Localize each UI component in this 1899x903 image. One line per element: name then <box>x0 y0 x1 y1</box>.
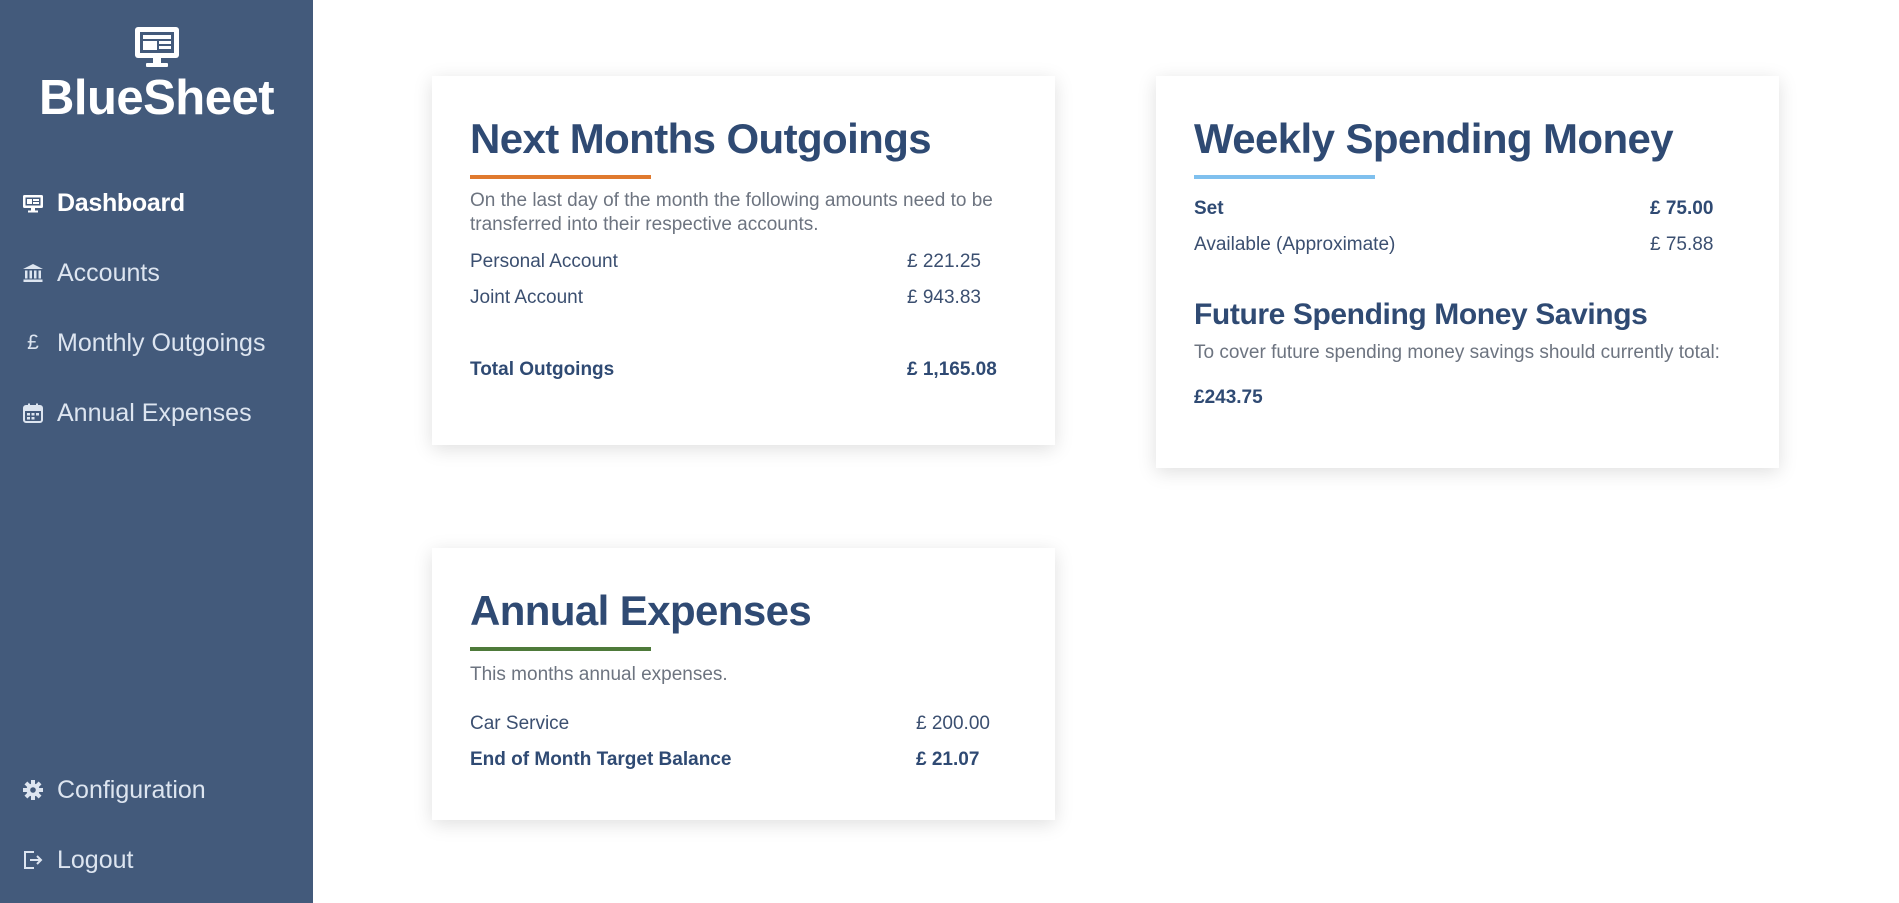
outgoings-total-row: Total Outgoings £ 1,165.08 <box>470 358 1010 382</box>
bank-icon <box>21 261 45 285</box>
nav-label: Monthly Outgoings <box>57 328 266 357</box>
desktop-icon <box>21 191 45 215</box>
savings-amount: £243.75 <box>1194 387 1263 408</box>
outgoings-total-value: £ 1,165.08 <box>907 359 997 380</box>
main-nav: Dashboard Accounts £ Monthly Outgoings A… <box>0 168 313 448</box>
monitor-logo-icon <box>134 27 179 67</box>
weekly-available-value: £ 75.88 <box>1650 234 1714 255</box>
nav-label: Accounts <box>57 258 160 287</box>
annual-target-value: £ 21.07 <box>916 749 980 770</box>
nav-item-accounts[interactable]: Accounts <box>0 238 313 308</box>
calendar-icon <box>21 401 45 425</box>
nav-label: Logout <box>57 845 134 874</box>
nav-label: Annual Expenses <box>57 398 252 427</box>
outgoings-card: Next Months Outgoings On the last day of… <box>432 76 1055 445</box>
nav-item-logout[interactable]: Logout <box>0 825 313 895</box>
outgoings-title: Next Months Outgoings <box>470 115 932 162</box>
annual-row-value: £ 200.00 <box>916 713 990 734</box>
weekly-set-label: Set <box>1194 198 1224 219</box>
brand[interactable]: BlueSheet <box>0 26 313 126</box>
outgoings-total-label: Total Outgoings <box>470 359 615 380</box>
bottom-nav: Configuration Logout <box>0 755 313 895</box>
brand-name: BlueSheet <box>38 71 275 125</box>
weekly-accent-rule <box>1194 175 1375 179</box>
outgoings-accent-rule <box>470 175 651 179</box>
outgoings-row-value: £ 943.83 <box>907 287 981 308</box>
annual-target-row: End of Month Target Balance £ 21.07 <box>470 748 993 772</box>
gear-icon <box>21 778 45 802</box>
annual-target-label: End of Month Target Balance <box>470 749 732 770</box>
outgoings-row-label: Personal Account <box>470 251 618 272</box>
annual-row: Car Service £ 200.00 <box>470 712 993 736</box>
outgoings-row-label: Joint Account <box>470 287 584 308</box>
nav-label: Configuration <box>57 775 206 804</box>
outgoings-row-value: £ 221.25 <box>907 251 981 272</box>
annual-expenses-card: Annual Expenses This months annual expen… <box>432 548 1055 820</box>
annual-accent-rule <box>470 647 651 651</box>
outgoings-description: On the last day of the month the followi… <box>470 190 993 235</box>
nav-item-dashboard[interactable]: Dashboard <box>0 168 313 238</box>
annual-row-label: Car Service <box>470 713 570 734</box>
nav-item-monthly-outgoings[interactable]: £ Monthly Outgoings <box>0 308 313 378</box>
annual-title: Annual Expenses <box>470 587 812 634</box>
sidebar: BlueSheet Dashboard Accounts £ Monthly O… <box>0 0 313 903</box>
outgoings-row: Personal Account £ 221.25 <box>470 250 1010 274</box>
weekly-available-row: Available (Approximate) £ 75.88 <box>1194 233 1716 257</box>
pound-icon: £ <box>27 331 39 354</box>
annual-description: This months annual expenses. <box>470 664 728 685</box>
savings-title: Future Spending Money Savings <box>1194 298 1648 331</box>
weekly-title: Weekly Spending Money <box>1194 115 1674 162</box>
weekly-available-label: Available (Approximate) <box>1194 234 1396 255</box>
nav-item-configuration[interactable]: Configuration <box>0 755 313 825</box>
logout-icon <box>21 848 45 872</box>
savings-description: To cover future spending money savings s… <box>1194 342 1720 363</box>
outgoings-row: Joint Account £ 943.83 <box>470 286 1010 310</box>
nav-item-annual-expenses[interactable]: Annual Expenses <box>0 378 313 448</box>
weekly-set-row: Set £ 75.00 <box>1194 197 1716 221</box>
nav-label: Dashboard <box>57 188 185 217</box>
weekly-set-value: £ 75.00 <box>1650 198 1714 219</box>
weekly-spending-card: Weekly Spending Money Set £ 75.00 Availa… <box>1156 76 1779 468</box>
